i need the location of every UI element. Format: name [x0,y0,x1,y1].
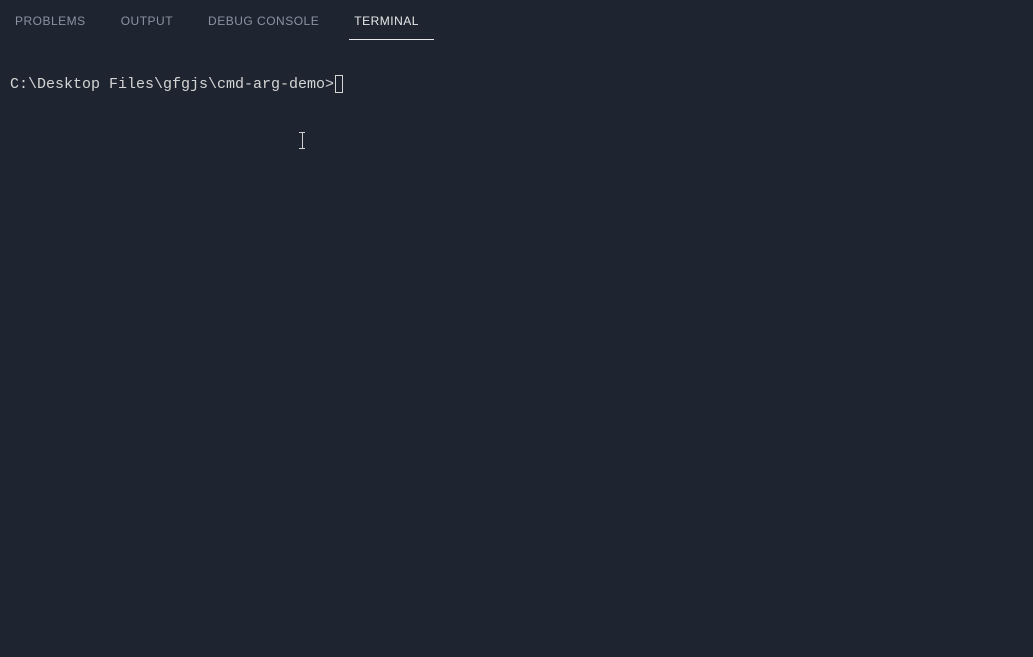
panel-tab-bar: PROBLEMS OUTPUT DEBUG CONSOLE TERMINAL [0,0,1033,40]
tab-terminal[interactable]: TERMINAL [349,6,434,40]
terminal-cursor [335,75,343,93]
tab-problems[interactable]: PROBLEMS [10,6,101,40]
tab-debug-console[interactable]: DEBUG CONSOLE [203,6,334,40]
terminal-prompt: C:\Desktop Files\gfgjs\cmd-arg-demo> [10,76,334,93]
tab-output[interactable]: OUTPUT [116,6,188,40]
terminal-panel[interactable]: C:\Desktop Files\gfgjs\cmd-arg-demo> [0,40,1033,657]
text-cursor-icon [299,132,305,149]
terminal-prompt-line: C:\Desktop Files\gfgjs\cmd-arg-demo> [10,75,1023,93]
